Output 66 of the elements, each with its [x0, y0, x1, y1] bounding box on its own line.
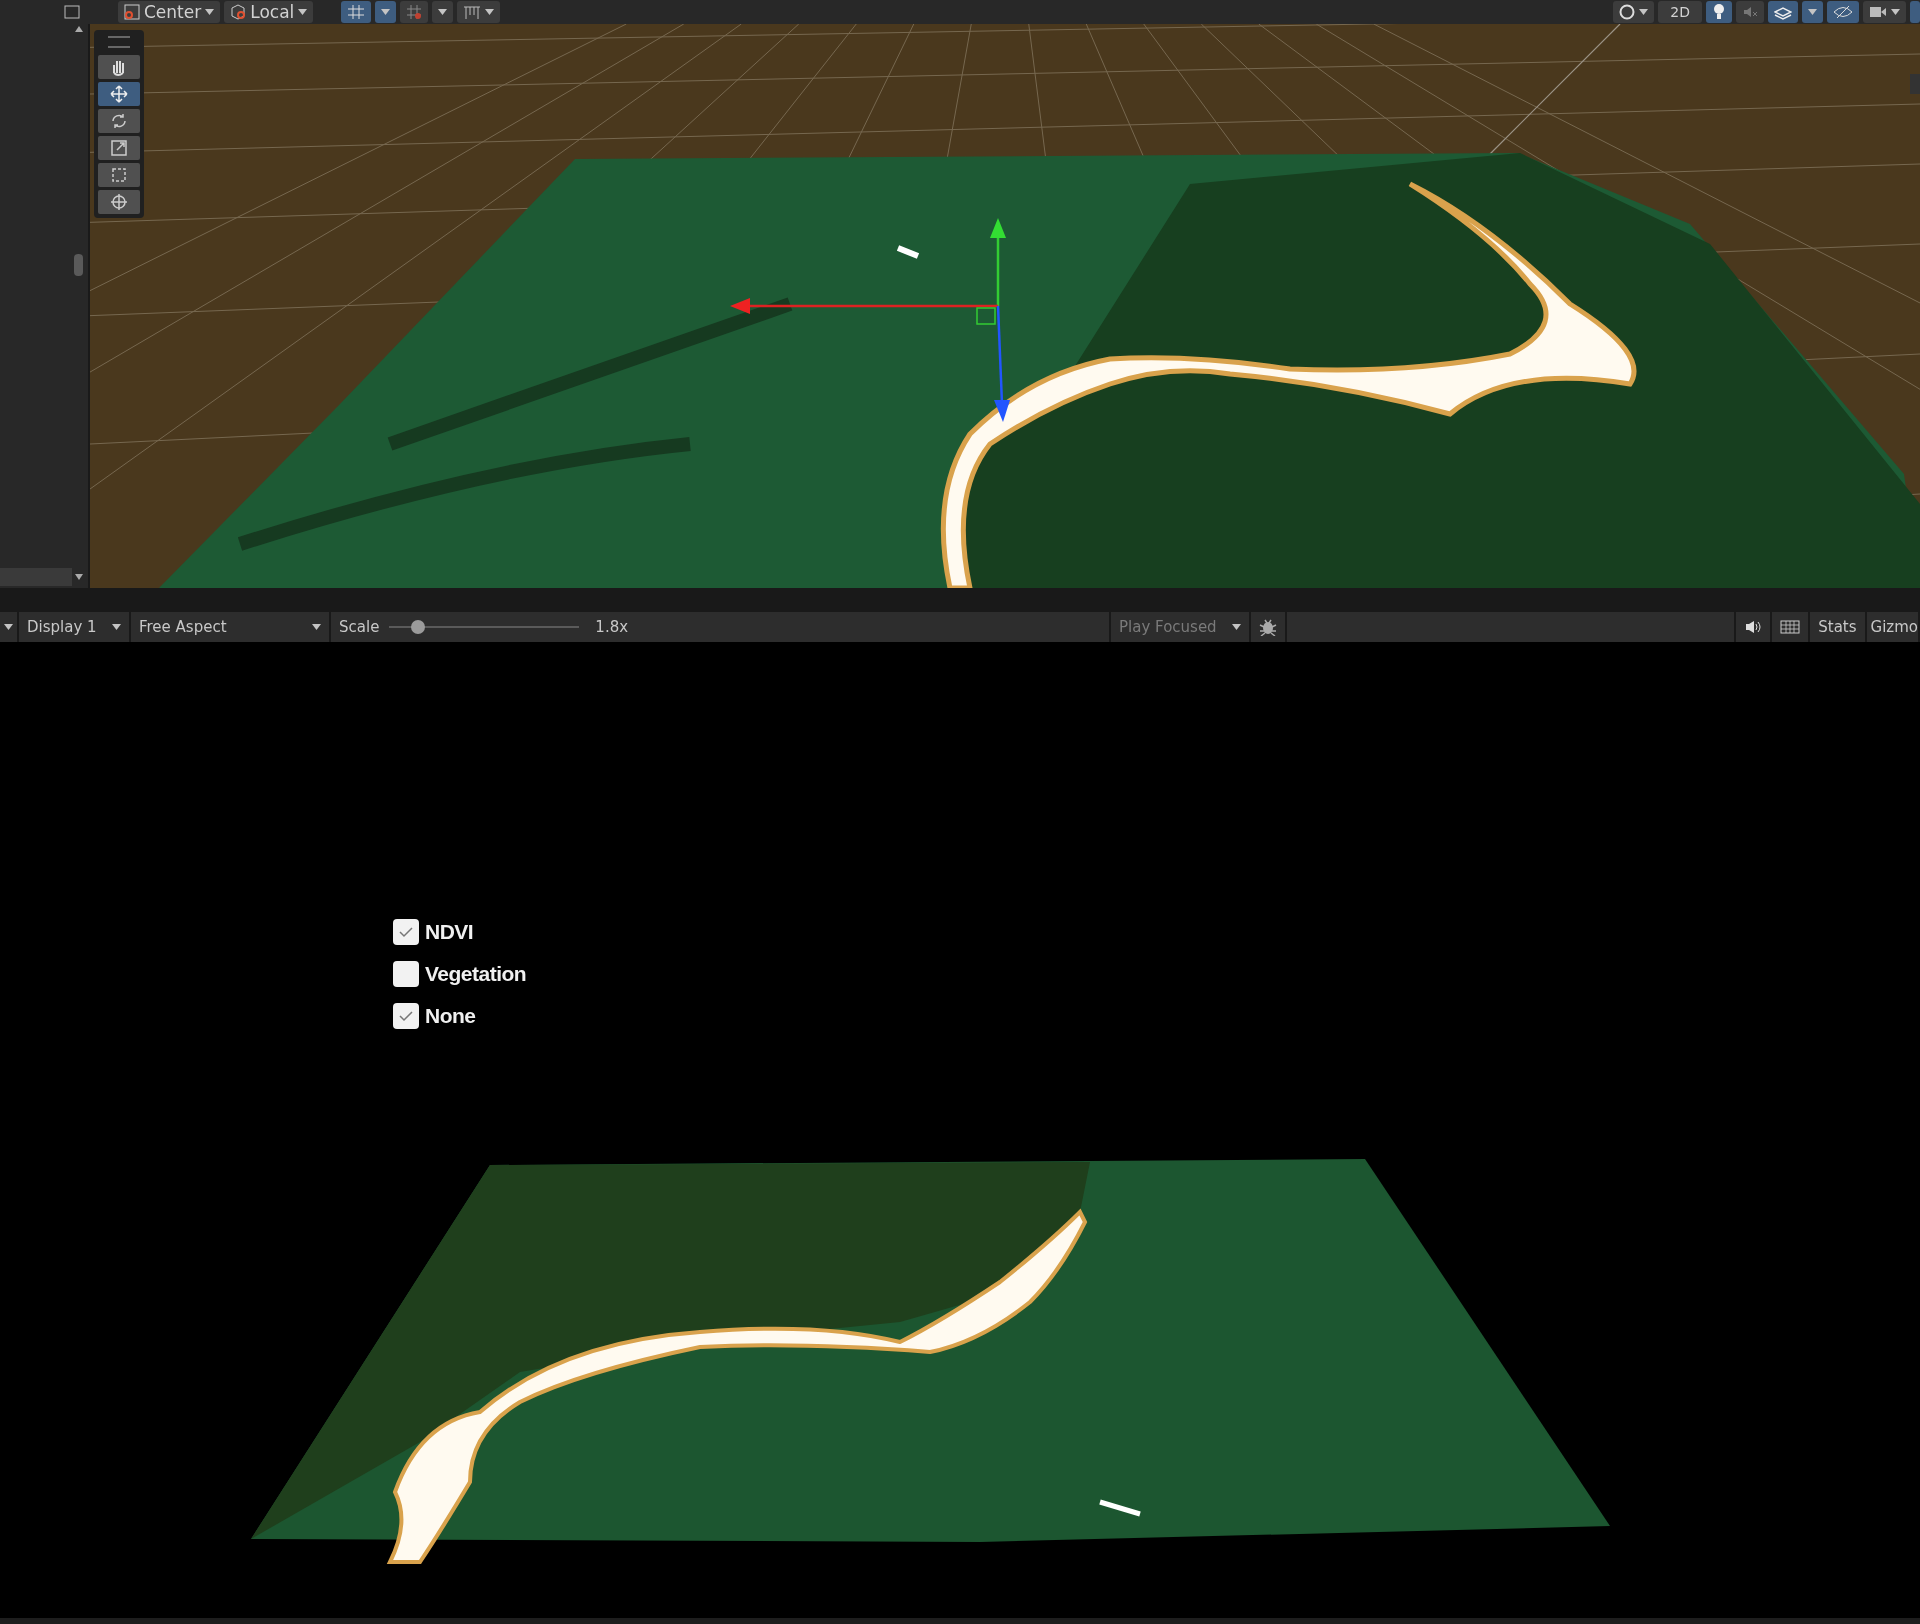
- lighting-toggle[interactable]: [1706, 1, 1732, 23]
- slider-thumb[interactable]: [410, 620, 425, 634]
- grid-dropdown[interactable]: [375, 1, 397, 23]
- camera-icon: [1869, 5, 1887, 19]
- move-icon: [109, 84, 129, 104]
- tool-button[interactable]: [98, 55, 140, 79]
- eye-crossed-icon: [1833, 5, 1853, 19]
- tool-button[interactable]: [98, 82, 140, 106]
- transform-icon: [109, 192, 129, 212]
- light-bulb-icon: [1712, 3, 1726, 21]
- caret-icon: [205, 9, 215, 15]
- scale-value: 1.8x: [595, 618, 629, 636]
- rect-icon: [109, 165, 129, 185]
- effects-dropdown[interactable]: [1802, 1, 1823, 23]
- visibility-toggle[interactable]: [1827, 1, 1859, 23]
- scale-label: Scale: [339, 618, 380, 636]
- caret-icon: [298, 9, 308, 15]
- caret-icon: [485, 9, 495, 15]
- caret-icon: [4, 624, 13, 630]
- caret-icon: [312, 624, 321, 630]
- tool-button[interactable]: [98, 109, 140, 133]
- caret-icon: [1639, 9, 1649, 15]
- bug-icon: [1259, 618, 1277, 636]
- caret-icon: [112, 624, 121, 630]
- checkbox[interactable]: [393, 919, 419, 945]
- toggle-label: NDVI: [425, 920, 474, 944]
- sphere-icon: [1619, 4, 1636, 20]
- audio-toggle[interactable]: [1736, 1, 1764, 23]
- pivot-icon: [124, 4, 140, 20]
- tool-button[interactable]: [98, 190, 140, 214]
- check-icon: [398, 1010, 414, 1022]
- snap-dropdown[interactable]: [432, 1, 454, 23]
- caret-icon: [1808, 9, 1817, 15]
- toggle-label: Vegetation: [425, 962, 527, 986]
- speaker-icon: [1744, 619, 1763, 635]
- scale-icon: [109, 138, 129, 158]
- pivot-dropdown[interactable]: Center: [118, 1, 221, 23]
- check-icon: [398, 926, 414, 938]
- mode-2d-toggle[interactable]: 2D: [1658, 1, 1702, 23]
- rotate-icon: [109, 111, 129, 131]
- shading-dropdown[interactable]: [1613, 1, 1655, 23]
- ruler-icon: [463, 4, 482, 20]
- tool-button[interactable]: [98, 163, 140, 187]
- window-icon[interactable]: [64, 5, 80, 19]
- grid-snap-button[interactable]: [341, 1, 372, 23]
- caret-icon: [438, 9, 448, 15]
- checkbox[interactable]: [393, 961, 419, 987]
- cube-icon: [230, 4, 247, 20]
- checkbox[interactable]: [393, 1003, 419, 1029]
- caret-icon: [381, 9, 391, 15]
- scroll-down-icon[interactable]: [74, 572, 84, 582]
- grid-icon: [406, 4, 423, 20]
- grid-icon: [347, 4, 366, 20]
- palette-handle[interactable]: [108, 36, 130, 48]
- speaker-muted-icon: [1742, 4, 1758, 20]
- tool-button[interactable]: [98, 136, 140, 160]
- increment-button[interactable]: [457, 1, 501, 23]
- caret-icon: [1232, 624, 1241, 630]
- camera-dropdown[interactable]: [1863, 1, 1906, 23]
- layers-icon: [1774, 4, 1792, 20]
- keyboard-icon: [1780, 620, 1801, 634]
- toggle-label: None: [425, 1004, 476, 1028]
- scrollbar-thumb[interactable]: [74, 254, 83, 276]
- effects-toggle[interactable]: [1768, 1, 1798, 23]
- caret-icon: [1891, 9, 1900, 15]
- handle-dropdown[interactable]: Local: [224, 1, 314, 23]
